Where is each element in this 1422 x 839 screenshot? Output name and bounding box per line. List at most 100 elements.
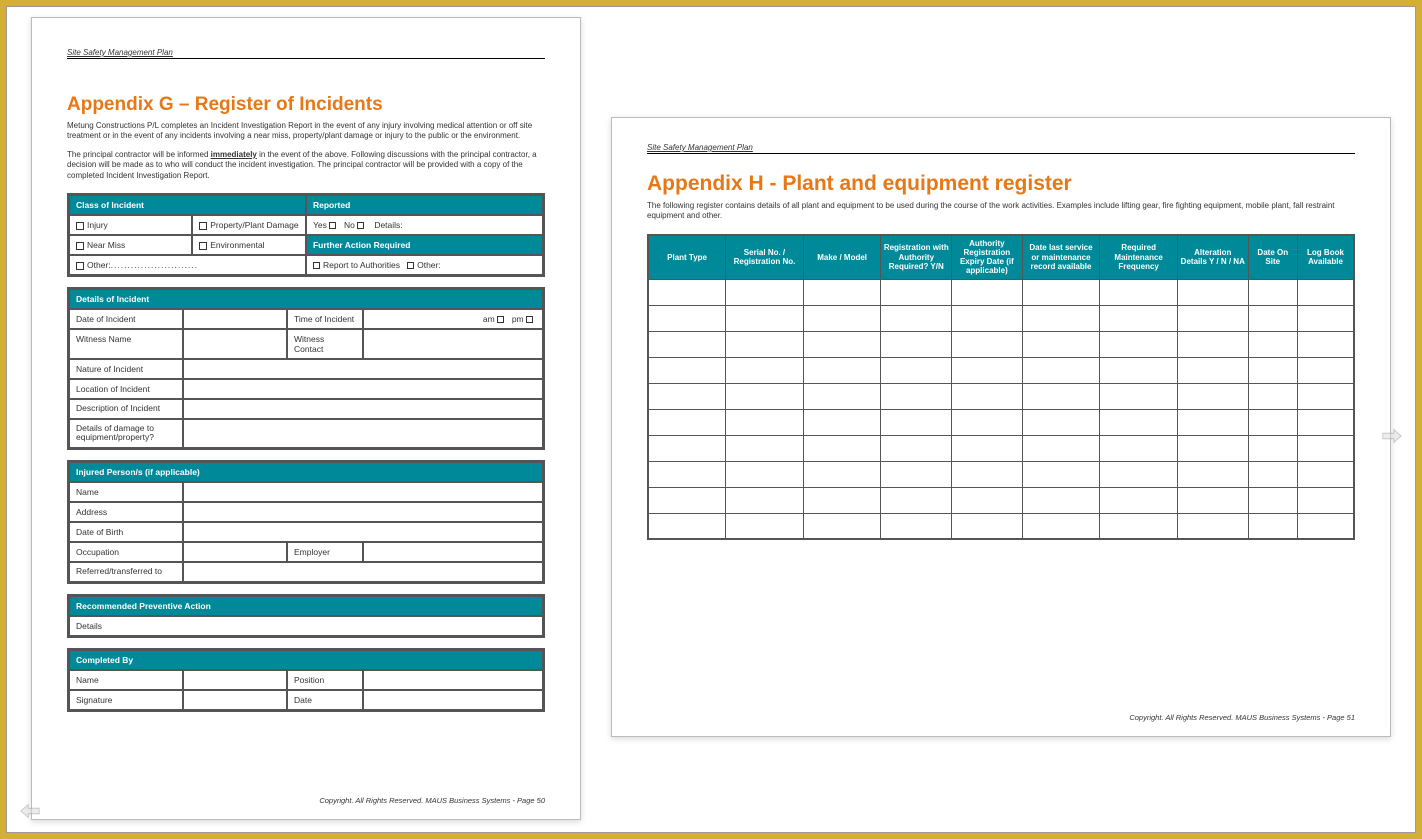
label-other-action: Other: <box>417 260 441 270</box>
checkbox-no[interactable] <box>357 222 364 229</box>
dob-label: Date of Birth <box>69 522 183 542</box>
name-label: Name <box>69 482 183 502</box>
label-environmental: Environmental <box>210 240 264 250</box>
table-row <box>648 409 1354 435</box>
checkbox-environmental[interactable] <box>199 242 207 250</box>
employer-label: Employer <box>287 542 363 562</box>
preventive-header: Recommended Preventive Action <box>69 596 543 616</box>
employer-field[interactable] <box>363 542 543 562</box>
date-label: Date <box>287 690 363 710</box>
checkbox-report-authorities[interactable] <box>313 262 320 269</box>
location-label: Location of Incident <box>69 379 183 399</box>
page-content: Site Safety Management Plan Appendix G –… <box>32 18 580 742</box>
checkbox-other-action[interactable] <box>407 262 414 269</box>
page-footer: Copyright. All Rights Reserved. MAUS Bus… <box>1129 713 1355 722</box>
class-incident-header: Class of Incident <box>69 195 306 215</box>
time-incident-label: Time of Incident <box>287 309 363 329</box>
col-registration-required: Registration with Authority Required? Y/… <box>881 235 952 279</box>
preventive-action-table: Recommended Preventive Action Details <box>67 594 545 638</box>
preventive-details-label: Details <box>69 616 543 636</box>
col-alteration: Alteration Details Y / N / NA <box>1177 235 1248 279</box>
date-incident-field[interactable] <box>183 309 287 329</box>
other-dots: .......................... <box>111 260 198 270</box>
checkbox-property[interactable] <box>199 222 207 230</box>
dob-field[interactable] <box>183 522 543 542</box>
occupation-field[interactable] <box>183 542 287 562</box>
reported-header: Reported <box>306 195 543 215</box>
col-serial: Serial No. / Registration No. <box>726 235 804 279</box>
checkbox-injury[interactable] <box>76 222 84 230</box>
doc-header: Site Safety Management Plan <box>647 143 1355 154</box>
page-footer: Copyright. All Rights Reserved. MAUS Bus… <box>319 796 545 805</box>
table-row <box>648 357 1354 383</box>
page-51: Site Safety Management Plan Appendix H -… <box>611 117 1391 737</box>
damage-label: Details of damage to equipment/property? <box>69 419 183 448</box>
signature-field[interactable] <box>183 690 287 710</box>
date-field[interactable] <box>363 690 543 710</box>
equipment-register-table: Plant Type Serial No. / Registration No.… <box>647 234 1355 540</box>
table-row <box>648 487 1354 513</box>
label-other: Other: <box>87 260 111 270</box>
col-plant-type: Plant Type <box>648 235 726 279</box>
time-incident-field[interactable]: am pm <box>363 309 543 329</box>
col-date-on-site: Date On Site <box>1248 235 1297 279</box>
injury-cell: Injury <box>69 215 192 235</box>
table-row <box>648 461 1354 487</box>
description-field[interactable] <box>183 399 543 419</box>
label-am: am <box>483 314 495 324</box>
completed-name-label: Name <box>69 670 183 690</box>
checkbox-am[interactable] <box>497 316 504 323</box>
date-incident-label: Date of Incident <box>69 309 183 329</box>
address-field[interactable] <box>183 502 543 522</box>
completed-header: Completed By <box>69 650 543 670</box>
description-label: Description of Incident <box>69 399 183 419</box>
witness-contact-label: Witness Contact <box>287 329 363 359</box>
nature-field[interactable] <box>183 359 543 379</box>
table-row <box>648 513 1354 539</box>
witness-name-field[interactable] <box>183 329 287 359</box>
injured-person-table: Injured Person/s (if applicable) Name Ad… <box>67 460 545 584</box>
reported-cell: Yes No Details: <box>306 215 543 235</box>
table-row <box>648 331 1354 357</box>
col-make-model: Make / Model <box>803 235 881 279</box>
nearmiss-cell: Near Miss <box>69 235 192 255</box>
address-label: Address <box>69 502 183 522</box>
completed-by-table: Completed By Name Position Signature Dat… <box>67 648 545 712</box>
doc-header: Site Safety Management Plan <box>67 48 545 59</box>
further-action-header: Further Action Required <box>306 235 543 255</box>
label-pm: pm <box>512 314 524 324</box>
page-content: Site Safety Management Plan Appendix H -… <box>612 118 1390 555</box>
name-field[interactable] <box>183 482 543 502</box>
position-label: Position <box>287 670 363 690</box>
other-cell: Other:.......................... <box>69 255 306 275</box>
intro-text: The principal contractor will be informe… <box>67 150 211 159</box>
intro-paragraph-1: Metung Constructions P/L completes an In… <box>67 121 545 142</box>
referred-label: Referred/transferred to <box>69 562 183 582</box>
referred-field[interactable] <box>183 562 543 582</box>
witness-contact-field[interactable] <box>363 329 543 359</box>
completed-name-field[interactable] <box>183 670 287 690</box>
damage-field[interactable] <box>183 419 543 448</box>
injured-header: Injured Person/s (if applicable) <box>69 462 543 482</box>
register-body <box>648 279 1354 539</box>
checkbox-pm[interactable] <box>526 316 533 323</box>
label-property: Property/Plant Damage <box>210 220 298 230</box>
col-maintenance-freq: Required Maintenance Frequency <box>1100 235 1178 279</box>
prev-page-arrow-icon[interactable] <box>19 802 41 820</box>
checkbox-yes[interactable] <box>329 222 336 229</box>
location-field[interactable] <box>183 379 543 399</box>
intro-emphasis: immediately <box>211 150 257 159</box>
checkbox-other[interactable] <box>76 262 84 270</box>
label-nearmiss: Near Miss <box>87 240 125 250</box>
label-report-authorities: Report to Authorities <box>323 260 400 270</box>
checkbox-nearmiss[interactable] <box>76 242 84 250</box>
position-field[interactable] <box>363 670 543 690</box>
nature-label: Nature of Incident <box>69 359 183 379</box>
table-row <box>648 435 1354 461</box>
label-yes: Yes <box>313 220 327 230</box>
page-50: Site Safety Management Plan Appendix G –… <box>31 17 581 820</box>
environmental-cell: Environmental <box>192 235 306 255</box>
next-page-arrow-icon[interactable] <box>1381 427 1403 445</box>
witness-name-label: Witness Name <box>69 329 183 359</box>
details-header: Details of Incident <box>69 289 543 309</box>
